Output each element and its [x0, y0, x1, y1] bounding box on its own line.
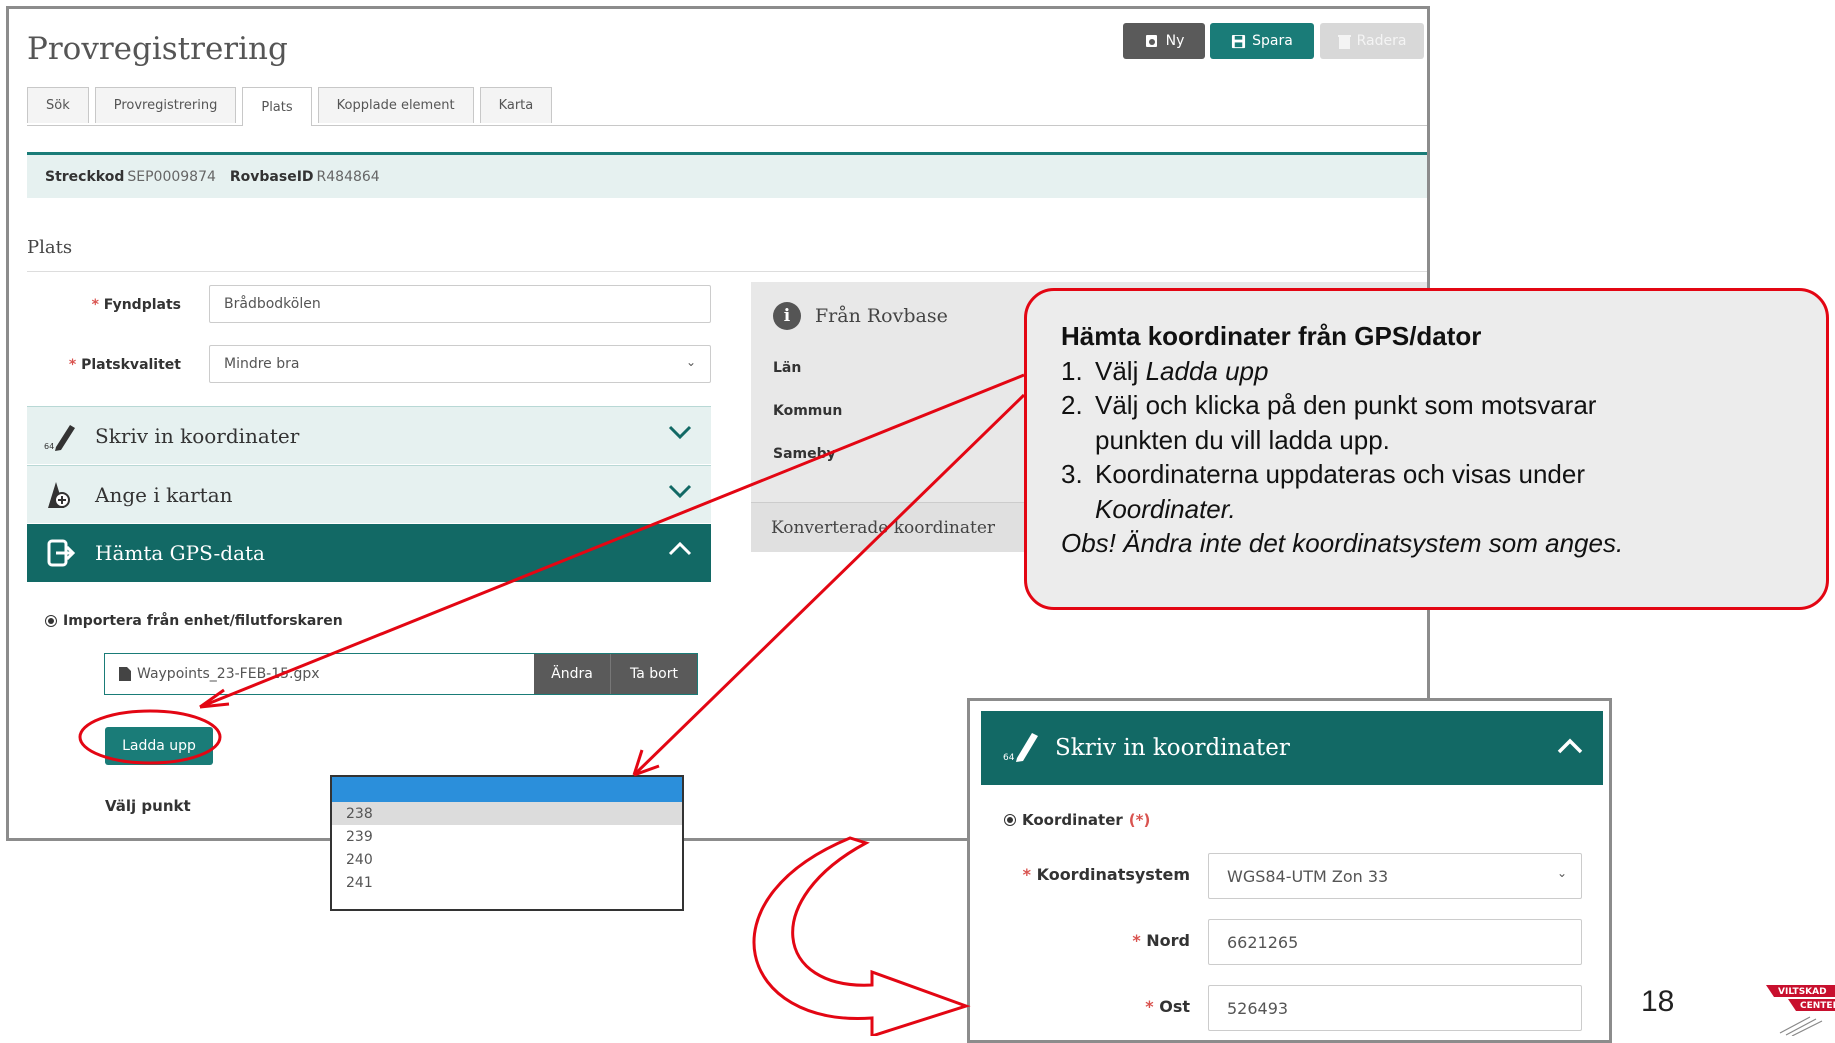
new-button[interactable]: Ny: [1123, 23, 1205, 59]
nord-input[interactable]: 6621265: [1208, 919, 1582, 965]
chevron-down-icon: ⌄: [1556, 866, 1567, 880]
callout-note: Obs! Ändra inte det koordinatsystem som …: [1061, 528, 1624, 559]
tab-plats[interactable]: Plats: [242, 87, 312, 126]
coordinates-radio[interactable]: Koordinater (*): [1004, 811, 1150, 829]
upload-button[interactable]: Ladda upp: [105, 727, 213, 765]
nord-label: * Nord: [1132, 931, 1190, 950]
required-marker: *: [1145, 997, 1154, 1016]
sameby-label: Sameby: [773, 446, 836, 462]
tab-provregistrering[interactable]: Provregistrering: [94, 87, 237, 123]
chevron-up-icon: [1557, 738, 1583, 754]
coordinates-inset: 64 Skriv in koordinater Koordinater (*) *…: [967, 698, 1612, 1043]
required-marker: *: [68, 357, 77, 373]
fyndplats-label: * Fyndplats: [91, 297, 181, 313]
chevron-down-icon: [668, 425, 692, 440]
rovbase-id-value: R484864: [316, 168, 380, 185]
accordion-ange-label: Ange i kartan: [95, 482, 233, 507]
tab-sok[interactable]: Sök: [27, 87, 89, 123]
ost-label: * Ost: [1145, 997, 1190, 1016]
barcode-label: Streckkod: [45, 168, 125, 185]
file-icon: [119, 667, 131, 681]
barcode-value: SEP0009874: [127, 168, 216, 185]
new-button-label: Ny: [1165, 33, 1185, 49]
dropdown-option[interactable]: 238: [332, 802, 682, 825]
kommun-label: Kommun: [773, 403, 843, 419]
point-dropdown-list[interactable]: 238 239 240 241: [330, 775, 684, 911]
choose-point-label: Välj punkt: [105, 797, 191, 815]
new-doc-icon: [1145, 35, 1157, 47]
accordion-ange-i-kartan[interactable]: Ange i kartan: [27, 465, 711, 523]
inset-header-label: Skriv in koordinater: [1055, 735, 1290, 761]
svg-text:CENTER: CENTER: [1800, 1001, 1835, 1011]
coordinate-system-label: * Koordinatsystem: [1022, 865, 1190, 884]
curved-arrow-to-inset: [752, 836, 971, 1036]
id-bar: Streckkod SEP0009874 RovbaseID R484864: [27, 152, 1427, 198]
save-icon: [1232, 34, 1246, 48]
divider: [27, 271, 1427, 272]
import-icon: [41, 538, 81, 568]
file-name: Waypoints_23-FEB-15.gpx: [105, 666, 534, 682]
instruction-callout: Hämta koordinater från GPS/dator 1. Välj …: [1024, 288, 1829, 610]
radio-selected-icon: [1004, 814, 1016, 826]
remove-file-button[interactable]: Ta bort: [610, 654, 697, 694]
file-picker[interactable]: Waypoints_23-FEB-15.gpx Ändra Ta bort: [104, 653, 698, 695]
coordinate-system-select[interactable]: WGS84-UTM Zon 33 ⌄: [1208, 853, 1582, 899]
section-title: Plats: [27, 237, 73, 258]
lan-label: Län: [773, 360, 802, 376]
rovbase-panel-title: i Från Rovbase: [773, 302, 948, 330]
accordion-hamta-label: Hämta GPS-data: [95, 541, 265, 565]
import-radio-label: Importera från enhet/filutforskaren: [63, 613, 343, 629]
viltskadecenter-logo: VILTSKAD CENTER: [1760, 983, 1835, 1037]
info-icon: i: [773, 302, 801, 330]
delete-button-label: Radera: [1356, 33, 1407, 49]
tab-bar: Sök Provregistrering Plats Kopplade elem…: [27, 87, 1427, 126]
chevron-down-icon: ⌄: [685, 355, 696, 369]
required-marker: *: [91, 297, 99, 313]
ost-input[interactable]: 526493: [1208, 985, 1582, 1031]
save-button[interactable]: Spara: [1210, 23, 1314, 59]
delete-button[interactable]: Radera: [1320, 23, 1424, 59]
dropdown-selected-blank[interactable]: [332, 777, 682, 802]
platskvalitet-label: * Platskvalitet: [68, 357, 181, 373]
required-marker: *: [1022, 865, 1031, 884]
change-file-button[interactable]: Ändra: [534, 654, 610, 694]
page-number: 18: [1641, 985, 1675, 1018]
tab-karta[interactable]: Karta: [479, 87, 553, 123]
pencil-coordinates-icon: 64: [1003, 728, 1041, 768]
dropdown-option[interactable]: 241: [332, 871, 682, 894]
callout-step-3: 3. Koordinaterna uppdateras och visas und…: [1061, 459, 1585, 524]
svg-text:64: 64: [44, 442, 54, 451]
save-button-label: Spara: [1252, 33, 1293, 49]
callout-step-2: 2. Välj och klicka på den punkt som motsv…: [1061, 390, 1597, 455]
dropdown-option[interactable]: 240: [332, 848, 682, 871]
map-pin-add-icon: [41, 480, 81, 510]
radio-selected-icon: [45, 615, 57, 627]
page-title: Provregistrering: [27, 31, 288, 67]
fyndplats-input[interactable]: Brådbodkölen: [209, 285, 711, 323]
tab-kopplade-element[interactable]: Kopplade element: [317, 87, 474, 123]
platskvalitet-select[interactable]: Mindre bra ⌄: [209, 345, 711, 383]
chevron-up-icon: [668, 541, 692, 556]
accordion-skriv-in-koordinater[interactable]: 64 Skriv in koordinater: [27, 406, 711, 464]
pencil-coordinates-icon: 64: [41, 421, 81, 451]
svg-text:VILTSKAD: VILTSKAD: [1778, 987, 1827, 997]
rovbase-id-label: RovbaseID: [229, 168, 314, 185]
inset-accordion-header[interactable]: 64 Skriv in koordinater: [981, 711, 1603, 785]
dropdown-option[interactable]: 239: [332, 825, 682, 848]
accordion-skriv-label: Skriv in koordinater: [95, 423, 300, 448]
chevron-down-icon: [668, 484, 692, 499]
required-marker: *: [1132, 931, 1141, 950]
import-radio[interactable]: Importera från enhet/filutforskaren: [45, 613, 343, 629]
platskvalitet-value: Mindre bra: [224, 356, 300, 372]
accordion-hamta-gps-data[interactable]: Hämta GPS-data: [27, 524, 711, 582]
callout-heading: Hämta koordinater från GPS/dator: [1061, 321, 1482, 351]
coordinate-system-value: WGS84-UTM Zon 33: [1227, 866, 1389, 886]
trash-icon: [1337, 34, 1351, 49]
callout-step-1: 1. Välj Ladda upp: [1061, 355, 1269, 386]
svg-text:64: 64: [1003, 753, 1015, 762]
